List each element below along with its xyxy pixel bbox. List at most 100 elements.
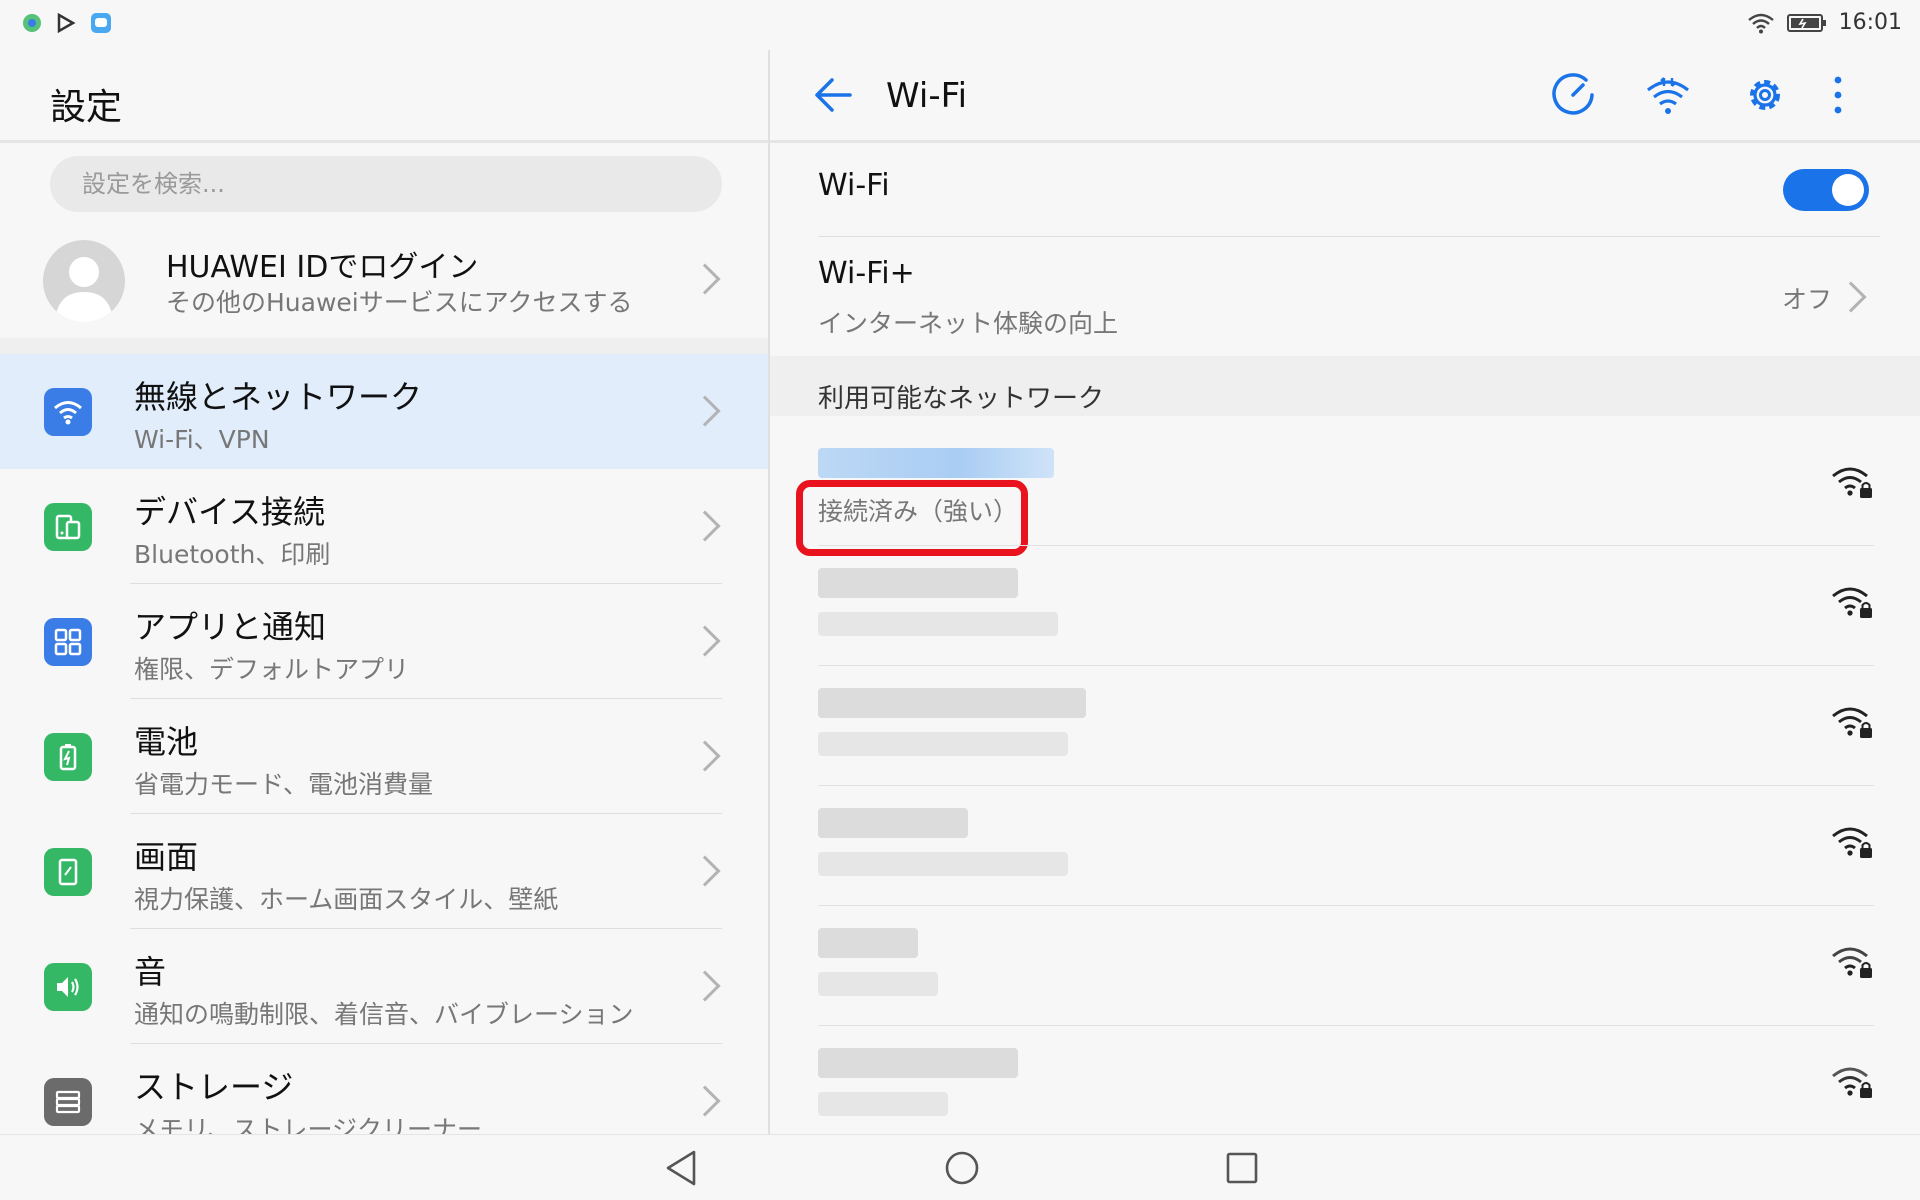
menu-item-display[interactable]: 画面 視力保護、ホーム画面スタイル、壁紙 xyxy=(0,814,768,929)
section-gap xyxy=(0,338,768,354)
menu-item-apps-notifications[interactable]: アプリと通知 権限、デフォルトアプリ xyxy=(0,584,768,699)
wifi-locked-icon xyxy=(1832,827,1872,858)
menu-icon-tile xyxy=(44,618,92,666)
network-status-obscured xyxy=(818,972,938,996)
network-status-obscured xyxy=(818,732,1068,756)
network-item[interactable] xyxy=(770,546,1920,666)
back-nav-icon[interactable] xyxy=(664,1149,698,1187)
toggle-knob xyxy=(1832,174,1864,206)
network-item[interactable] xyxy=(770,906,1920,1026)
account-title: HUAWEI IDでログイン xyxy=(166,250,479,285)
header-divider xyxy=(0,140,768,143)
menu-item-title: ストレージ xyxy=(134,1068,294,1106)
clock: 16:01 xyxy=(1838,10,1902,35)
chevron-right-icon xyxy=(1835,281,1867,313)
menu-icon-tile xyxy=(44,388,92,436)
menu-item-title: 画面 xyxy=(134,838,199,876)
gear-icon[interactable] xyxy=(1742,72,1788,118)
divider xyxy=(818,236,1880,237)
menu-icon-tile xyxy=(44,1078,92,1126)
device-connect-icon xyxy=(55,514,81,540)
system-status: 16:01 xyxy=(1747,10,1902,35)
wifi-locked-icon xyxy=(1832,947,1872,978)
wifi-plus-title: Wi-Fi+ xyxy=(818,256,915,291)
wifi-toggle[interactable] xyxy=(1783,169,1869,211)
wifi-plus-subtitle: インターネット体験の向上 xyxy=(818,309,1119,338)
chevron-right-icon xyxy=(689,970,721,1002)
page-title: 設定 xyxy=(50,87,123,128)
wifi-locked-icon xyxy=(1832,707,1872,738)
menu-item-title: 電池 xyxy=(134,723,199,761)
chevron-right-icon xyxy=(689,510,721,542)
network-item-connected[interactable]: 接続済み（強い） xyxy=(770,426,1920,556)
settings-menu: 無線とネットワーク Wi-Fi、VPN デバイス接続 Bluetooth、印刷 xyxy=(0,354,768,1134)
menu-icon-tile xyxy=(44,963,92,1011)
menu-item-title: 無線とネットワーク xyxy=(134,378,423,416)
wifi-locked-icon xyxy=(1832,587,1872,618)
storage-icon xyxy=(55,1090,81,1114)
recents-nav-icon[interactable] xyxy=(1224,1149,1260,1187)
header-divider xyxy=(770,140,1920,143)
account-login-row[interactable]: HUAWEI IDでログイン その他のHuaweiサービスにアクセスする xyxy=(0,228,768,328)
available-networks-label: 利用可能なネットワーク xyxy=(818,384,1105,414)
chevron-right-icon xyxy=(689,625,721,657)
display-icon xyxy=(58,858,78,886)
network-list: 接続済み（強い） xyxy=(770,426,1920,1134)
navigation-bar xyxy=(0,1134,1920,1200)
wifi-scan-icon[interactable] xyxy=(1644,72,1692,118)
wifi-locked-icon xyxy=(1832,467,1872,498)
wifi-pane: Wi-Fi Wi-Fi Wi-Fi+ インターネット体験の向上 オフ 利用可能な… xyxy=(770,50,1920,1134)
network-item[interactable] xyxy=(770,786,1920,906)
menu-item-subtitle: Bluetooth、印刷 xyxy=(134,540,331,569)
more-options-icon[interactable] xyxy=(1826,72,1850,118)
network-item[interactable] xyxy=(770,666,1920,786)
wifi-status-icon xyxy=(1747,13,1774,33)
battery-status-icon xyxy=(1786,13,1826,32)
chevron-right-icon xyxy=(689,1085,721,1117)
network-ssid-obscured xyxy=(818,928,918,958)
wifi-label: Wi-Fi xyxy=(818,168,890,203)
menu-item-wireless-network[interactable]: 無線とネットワーク Wi-Fi、VPN xyxy=(0,354,768,469)
menu-item-subtitle: 省電力モード、電池消費量 xyxy=(134,770,434,799)
menu-item-title: アプリと通知 xyxy=(134,608,327,646)
menu-icon-tile xyxy=(44,733,92,781)
user-silhouette-icon xyxy=(55,257,113,322)
network-ssid-obscured xyxy=(818,688,1086,718)
menu-item-device-connection[interactable]: デバイス接続 Bluetooth、印刷 xyxy=(0,469,768,584)
message-app-icon xyxy=(91,13,111,33)
settings-pane: 設定 設定を検索... HUAWEI IDでログイン その他のHuaweiサービ… xyxy=(0,50,768,1134)
network-status-obscured xyxy=(818,852,1068,876)
notification-icons xyxy=(22,12,112,34)
wifi-locked-icon xyxy=(1832,1067,1872,1098)
app-notification-icon xyxy=(23,14,41,32)
chevron-right-icon xyxy=(689,263,721,295)
network-ssid-obscured xyxy=(818,1048,1018,1078)
menu-item-title: デバイス接続 xyxy=(134,493,326,531)
menu-item-sound[interactable]: 音 通知の鳴動制限、着信音、バイブレーション xyxy=(0,929,768,1044)
menu-item-subtitle: 通知の鳴動制限、着信音、バイブレーション xyxy=(134,1000,634,1029)
wifi-plus-value: オフ xyxy=(1782,285,1833,314)
speed-test-icon[interactable] xyxy=(1550,72,1596,118)
network-ssid-obscured xyxy=(818,448,1054,478)
page-title: Wi-Fi xyxy=(886,76,968,116)
network-item[interactable] xyxy=(770,1026,1920,1134)
menu-item-title: 音 xyxy=(134,953,167,991)
network-ssid-obscured xyxy=(818,568,1018,598)
network-ssid-obscured xyxy=(818,808,968,838)
chevron-right-icon xyxy=(689,395,721,427)
menu-item-storage[interactable]: ストレージ メモリ、ストレージクリーナー xyxy=(0,1044,768,1134)
menu-item-subtitle: Wi-Fi、VPN xyxy=(134,425,270,454)
avatar xyxy=(43,240,125,322)
back-arrow-icon[interactable] xyxy=(812,74,854,116)
menu-item-subtitle: メモリ、ストレージクリーナー xyxy=(134,1115,483,1134)
home-nav-icon[interactable] xyxy=(944,1149,980,1187)
network-status-obscured xyxy=(818,612,1058,636)
search-input[interactable]: 設定を検索... xyxy=(50,156,722,212)
speaker-icon xyxy=(57,977,79,997)
menu-item-subtitle: 視力保護、ホーム画面スタイル、壁紙 xyxy=(134,885,559,914)
status-bar: 16:01 xyxy=(0,0,1920,50)
apps-grid-icon xyxy=(54,628,82,656)
menu-icon-tile xyxy=(44,848,92,896)
chevron-right-icon xyxy=(689,855,721,887)
menu-item-battery[interactable]: 電池 省電力モード、電池消費量 xyxy=(0,699,768,814)
